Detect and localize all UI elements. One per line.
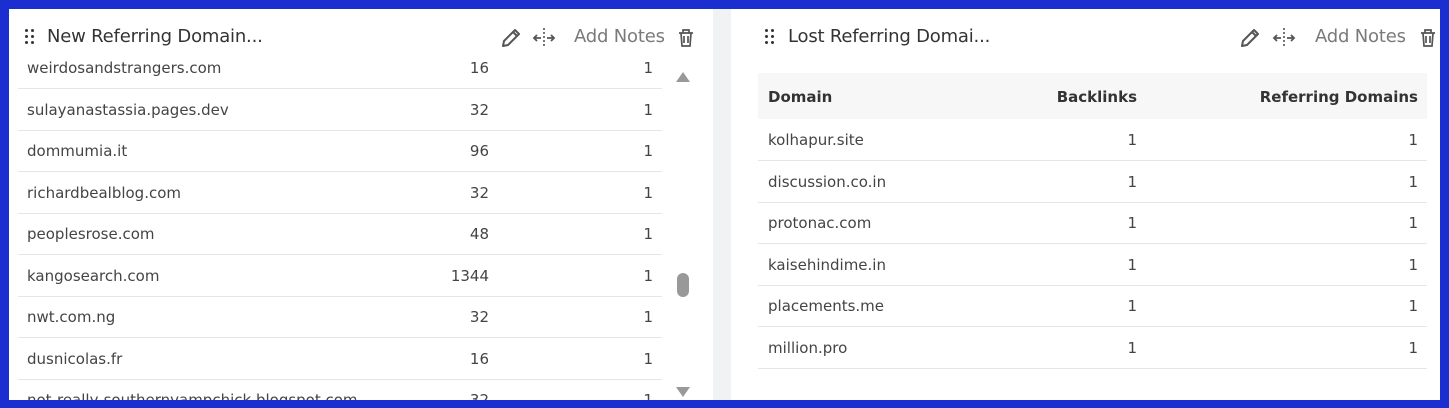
domain-cell[interactable]: not-really-southernvampchick.blogspot.co… [27,391,358,400]
domain-cell[interactable]: placements.me [768,297,884,315]
table-header: Domain Backlinks Referring Domains [758,73,1427,119]
table-row: placements.me 1 1 [758,285,1427,327]
backlinks-cell: 1 [1127,131,1137,149]
table-row: not-really-southernvampchick.blogspot.co… [18,379,662,400]
domain-cell[interactable]: kaisehindime.in [768,256,886,274]
dashboard-frame: New Referring Domain... Add Notes weirdo… [9,9,1440,400]
drag-handle-icon[interactable] [765,29,775,45]
backlinks-cell: 16 [469,59,489,77]
table-row: nwt.com.ng 32 1 [18,296,662,338]
domain-cell[interactable]: kangosearch.com [27,267,159,285]
table-row: discussion.co.in 1 1 [758,161,1427,203]
move-icon[interactable] [1272,26,1296,50]
backlinks-cell: 1 [1127,297,1137,315]
referring-domains-cell: 1 [1408,172,1418,191]
table-row: dusnicolas.fr 16 1 [18,338,662,380]
backlinks-cell: 48 [469,225,489,243]
scrollbar[interactable] [671,67,695,400]
referring-domains-cell: 1 [643,266,653,285]
new-referring-domains-widget: New Referring Domain... Add Notes weirdo… [9,9,713,400]
domain-cell[interactable]: dusnicolas.fr [27,350,122,368]
scroll-up-arrow-icon[interactable] [676,72,690,82]
widget-title: New Referring Domain... [47,26,263,47]
referring-domains-cell: 1 [643,100,653,119]
backlinks-cell: 32 [469,183,489,202]
widget-title: Lost Referring Domai... [788,26,991,47]
table-row: kangosearch.com 1344 1 [18,255,662,297]
backlinks-cell: 32 [469,391,489,400]
domain-cell[interactable]: weirdosandstrangers.com [27,59,221,77]
column-header-backlinks[interactable]: Backlinks [1057,88,1137,106]
backlinks-cell: 32 [469,100,489,119]
trash-icon[interactable] [1416,26,1440,50]
domain-cell[interactable]: kolhapur.site [768,131,864,149]
referring-domains-cell: 1 [1408,214,1418,232]
table-row: weirdosandstrangers.com 16 1 [18,47,662,89]
domain-cell[interactable]: discussion.co.in [768,173,886,191]
referring-domains-cell: 1 [643,349,653,368]
backlinks-cell: 96 [469,142,489,160]
trash-icon[interactable] [674,26,698,50]
referring-domains-cell: 1 [1408,338,1418,357]
domain-cell[interactable]: sulayanastassia.pages.dev [27,101,229,119]
table-row: protonac.com 1 1 [758,202,1427,244]
backlinks-cell: 1344 [450,266,489,285]
referring-domains-cell: 1 [643,142,653,160]
backlinks-cell: 1 [1127,338,1137,357]
lost-referring-domains-widget: Lost Referring Domai... Add Notes Domain… [731,9,1440,400]
backlinks-cell: 1 [1127,214,1137,232]
referring-domains-cell: 1 [643,308,653,326]
table-row: richardbealblog.com 32 1 [18,172,662,214]
edit-icon[interactable] [1238,26,1262,50]
domain-cell[interactable]: protonac.com [768,214,871,232]
table-row: kolhapur.site 1 1 [758,119,1427,161]
add-notes-button[interactable]: Add Notes [1315,26,1406,47]
column-header-domain[interactable]: Domain [768,88,832,106]
table-row: dommumia.it 96 1 [18,130,662,172]
domain-cell[interactable]: million.pro [768,339,847,357]
scroll-down-arrow-icon[interactable] [676,387,690,397]
drag-handle-icon[interactable] [25,29,35,45]
domain-cell[interactable]: dommumia.it [27,142,127,160]
referring-domains-cell: 1 [1408,255,1418,274]
domain-cell[interactable]: nwt.com.ng [27,308,115,326]
table-row: million.pro 1 1 [758,327,1427,369]
column-header-referring-domains[interactable]: Referring Domains [1260,88,1418,106]
domain-cell[interactable]: peoplesrose.com [27,225,155,243]
referring-domains-cell: 1 [643,183,653,202]
referring-domains-cell: 1 [643,225,653,243]
scrollbar-thumb[interactable] [677,273,689,297]
referring-domains-cell: 1 [1408,131,1418,149]
referring-domains-cell: 1 [643,59,653,77]
referring-domains-cell: 1 [643,391,653,400]
table-row: peoplesrose.com 48 1 [18,213,662,255]
referring-domains-cell: 1 [1408,297,1418,315]
table-row: kaisehindime.in 1 1 [758,244,1427,286]
add-notes-button[interactable]: Add Notes [574,26,665,47]
table-row: sulayanastassia.pages.dev 32 1 [18,89,662,131]
backlinks-cell: 1 [1127,255,1137,274]
backlinks-cell: 32 [469,308,489,326]
domain-cell[interactable]: richardbealblog.com [27,184,181,202]
backlinks-cell: 1 [1127,172,1137,191]
backlinks-cell: 16 [469,349,489,368]
